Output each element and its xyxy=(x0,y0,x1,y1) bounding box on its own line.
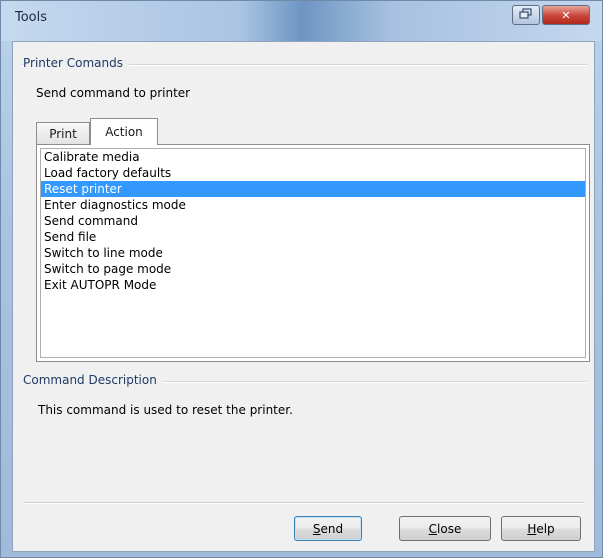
close-button-label: Close xyxy=(428,521,462,536)
action-listbox[interactable]: Calibrate media Load factory defaults Re… xyxy=(40,148,586,358)
dialog-client-area: Printer Comands Send command to printer … xyxy=(12,41,595,552)
list-item-load-factory-defaults[interactable]: Load factory defaults xyxy=(41,165,585,181)
list-item-switch-to-page-mode[interactable]: Switch to page mode xyxy=(41,261,585,277)
printer-commands-group-label: Printer Comands xyxy=(23,56,129,70)
tools-dialog-window: Tools ✕ Printer Comands Send command to … xyxy=(0,0,603,558)
restore-icon xyxy=(519,7,533,23)
close-icon: ✕ xyxy=(561,8,571,22)
list-item-reset-printer[interactable]: Reset printer xyxy=(41,181,585,197)
list-item-calibrate-media[interactable]: Calibrate media xyxy=(41,149,585,165)
instruction-text: Send command to printer xyxy=(36,86,191,100)
command-description-group-label: Command Description xyxy=(23,373,163,387)
close-button[interactable]: Close xyxy=(399,516,491,541)
help-button[interactable]: Help xyxy=(501,516,581,541)
tab-print[interactable]: Print xyxy=(36,122,90,144)
window-title: Tools xyxy=(15,10,48,25)
action-tab-panel: Calibrate media Load factory defaults Re… xyxy=(36,144,590,362)
close-window-button[interactable]: ✕ xyxy=(542,5,590,25)
restore-button[interactable] xyxy=(512,5,540,25)
list-item-send-file[interactable]: Send file xyxy=(41,229,585,245)
command-description-text: This command is used to reset the printe… xyxy=(38,403,293,417)
button-separator xyxy=(24,502,584,504)
list-item-send-command[interactable]: Send command xyxy=(41,213,585,229)
send-button[interactable]: Send xyxy=(294,516,362,541)
send-button-label: Send xyxy=(312,521,344,536)
list-item-exit-autopr-mode[interactable]: Exit AUTOPR Mode xyxy=(41,277,585,293)
tab-print-label: Print xyxy=(49,126,77,141)
title-bar[interactable]: Tools ✕ xyxy=(1,1,602,41)
list-item-switch-to-line-mode[interactable]: Switch to line mode xyxy=(41,245,585,261)
help-button-label: Help xyxy=(527,521,555,536)
tab-action[interactable]: Action xyxy=(90,118,158,145)
list-item-enter-diagnostics-mode[interactable]: Enter diagnostics mode xyxy=(41,197,585,213)
tab-action-label: Action xyxy=(105,125,143,139)
